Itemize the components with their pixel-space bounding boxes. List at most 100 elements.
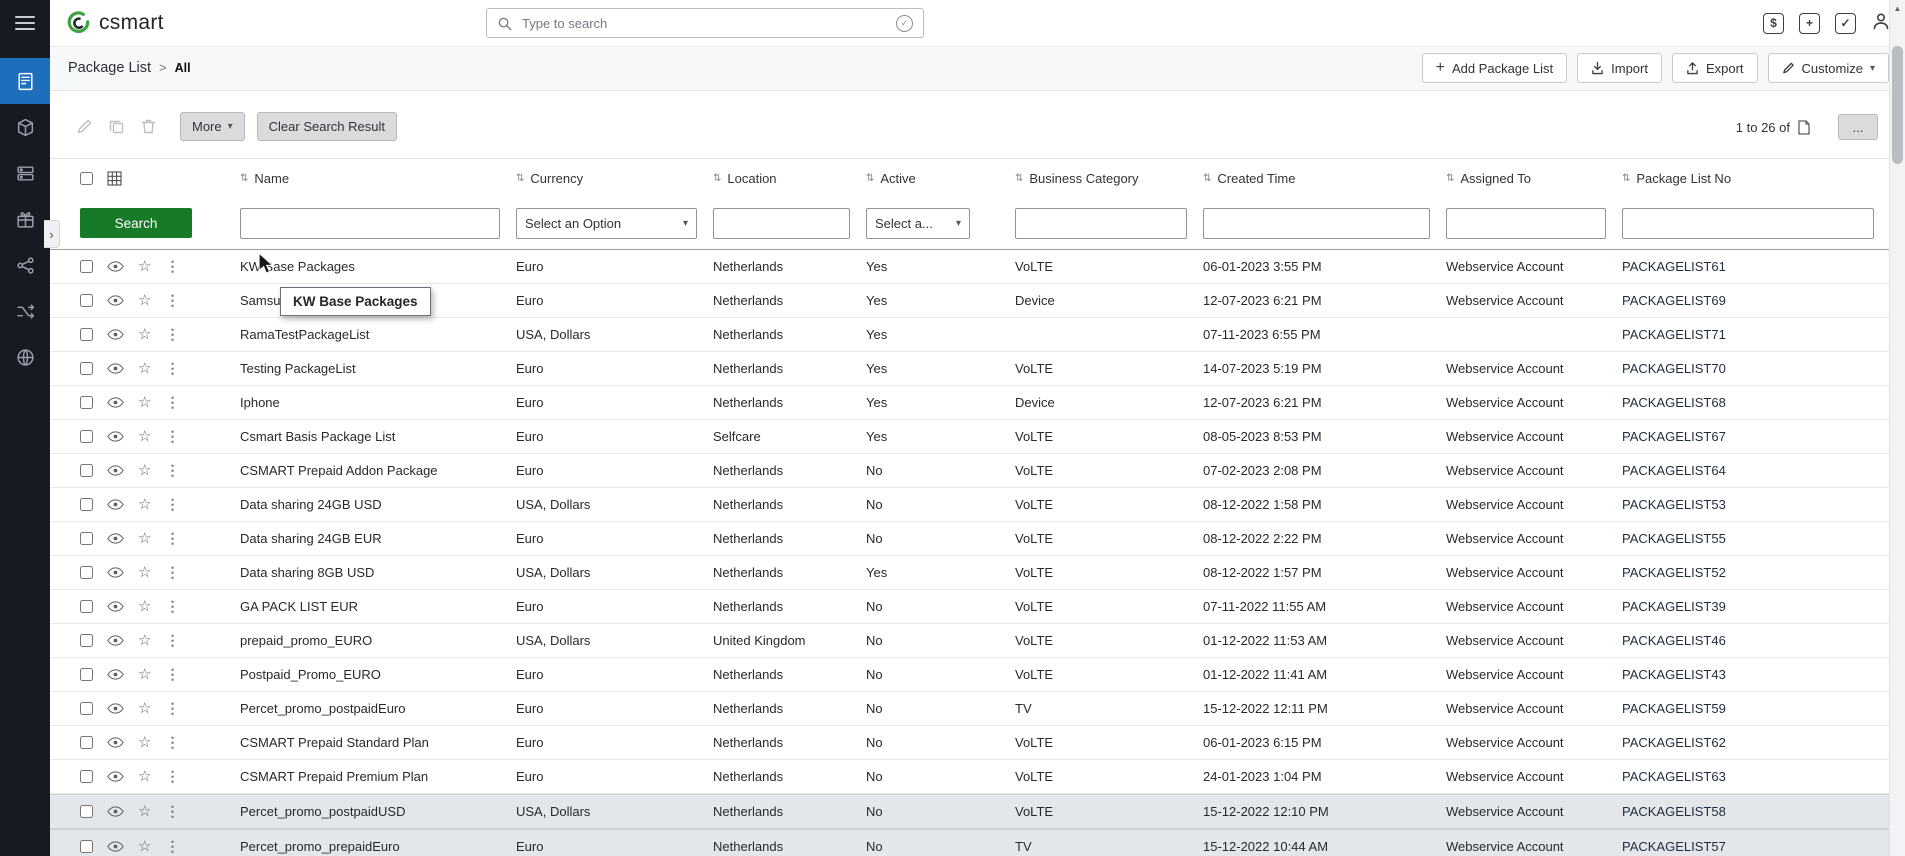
copy-icon[interactable] bbox=[106, 117, 126, 137]
row-menu-icon[interactable]: ⋮ bbox=[165, 768, 180, 785]
row-menu-icon[interactable]: ⋮ bbox=[165, 258, 180, 275]
sort-icon[interactable]: ⇅ bbox=[240, 173, 248, 184]
table-row[interactable]: ☆ ⋮ Iphone Euro Netherlands Yes Device 1… bbox=[50, 386, 1890, 420]
cell-name[interactable]: Iphone bbox=[240, 395, 516, 410]
sort-icon[interactable]: ⇅ bbox=[1203, 173, 1211, 184]
row-checkbox[interactable] bbox=[80, 634, 93, 647]
filter-currency-select[interactable]: Select an Option ▾ bbox=[516, 208, 697, 239]
table-row[interactable]: ☆ ⋮ prepaid_promo_EURO USA, Dollars Unit… bbox=[50, 624, 1890, 658]
sidebar-item-products[interactable] bbox=[0, 104, 50, 150]
column-header-active[interactable]: ⇅Active bbox=[866, 171, 1015, 186]
row-checkbox[interactable] bbox=[80, 362, 93, 375]
table-row[interactable]: ☆ ⋮ Data sharing 8GB USD USA, Dollars Ne… bbox=[50, 556, 1890, 590]
row-checkbox[interactable] bbox=[80, 294, 93, 307]
import-button[interactable]: Import bbox=[1577, 53, 1662, 83]
cell-name[interactable]: Data sharing 24GB USD bbox=[240, 497, 516, 512]
table-row[interactable]: ☆ ⋮ GA PACK LIST EUR Euro Netherlands No… bbox=[50, 590, 1890, 624]
row-menu-icon[interactable]: ⋮ bbox=[165, 666, 180, 683]
column-header-location[interactable]: ⇅Location bbox=[713, 171, 866, 186]
cell-name[interactable]: Percet_promo_prepaidEuro bbox=[240, 839, 516, 854]
favorite-icon[interactable]: ☆ bbox=[138, 463, 151, 478]
row-checkbox[interactable] bbox=[80, 328, 93, 341]
favorite-icon[interactable]: ☆ bbox=[138, 361, 151, 376]
sidebar-item-offers[interactable] bbox=[0, 196, 50, 242]
view-icon[interactable] bbox=[107, 635, 124, 646]
filter-active-select[interactable]: Select a... ▾ bbox=[866, 208, 970, 239]
view-icon[interactable] bbox=[107, 737, 124, 748]
row-menu-icon[interactable]: ⋮ bbox=[165, 598, 180, 615]
favorite-icon[interactable]: ☆ bbox=[138, 293, 151, 308]
sort-icon[interactable]: ⇅ bbox=[866, 173, 874, 184]
table-row[interactable]: ☆ ⋮ Data sharing 24GB EUR Euro Netherlan… bbox=[50, 522, 1890, 556]
table-row[interactable]: ☆ ⋮ Percet_promo_postpaidUSD USA, Dollar… bbox=[50, 794, 1890, 829]
sidebar-item-package-list[interactable] bbox=[0, 58, 50, 104]
cell-name[interactable]: Postpaid_Promo_EURO bbox=[240, 667, 516, 682]
view-icon[interactable] bbox=[107, 397, 124, 408]
row-checkbox[interactable] bbox=[80, 668, 93, 681]
cell-name[interactable]: GA PACK LIST EUR bbox=[240, 599, 516, 614]
cell-name[interactable]: KW Base Packages bbox=[240, 259, 516, 274]
row-checkbox[interactable] bbox=[80, 498, 93, 511]
clear-search-button[interactable]: Clear Search Result bbox=[257, 112, 397, 141]
row-checkbox[interactable] bbox=[80, 566, 93, 579]
cell-name[interactable]: CSMART Prepaid Standard Plan bbox=[240, 735, 516, 750]
pagination-more-button[interactable]: ... bbox=[1838, 114, 1878, 140]
favorite-icon[interactable]: ☆ bbox=[138, 599, 151, 614]
filter-package-list-no-input[interactable] bbox=[1622, 208, 1874, 239]
favorite-icon[interactable]: ☆ bbox=[138, 633, 151, 648]
table-row[interactable]: ☆ ⋮ Testing PackageList Euro Netherlands… bbox=[50, 352, 1890, 386]
table-row[interactable]: ☆ ⋮ Percet_promo_postpaidEuro Euro Nethe… bbox=[50, 692, 1890, 726]
tasks-icon[interactable]: ✓ bbox=[1835, 13, 1856, 34]
column-header-business-category[interactable]: ⇅Business Category bbox=[1015, 171, 1203, 186]
favorite-icon[interactable]: ☆ bbox=[138, 565, 151, 580]
view-icon[interactable] bbox=[107, 771, 124, 782]
view-icon[interactable] bbox=[107, 806, 124, 817]
view-icon[interactable] bbox=[107, 431, 124, 442]
view-icon[interactable] bbox=[107, 499, 124, 510]
row-checkbox[interactable] bbox=[80, 600, 93, 613]
row-menu-icon[interactable]: ⋮ bbox=[165, 462, 180, 479]
cell-name[interactable]: Csmart Basis Package List bbox=[240, 429, 516, 444]
row-menu-icon[interactable]: ⋮ bbox=[165, 700, 180, 717]
view-icon[interactable] bbox=[107, 601, 124, 612]
customize-button[interactable]: Customize ▾ bbox=[1768, 53, 1889, 83]
favorite-icon[interactable]: ☆ bbox=[138, 327, 151, 342]
grid-columns-icon[interactable] bbox=[107, 171, 122, 186]
add-package-list-button[interactable]: + Add Package List bbox=[1422, 53, 1568, 83]
view-icon[interactable] bbox=[107, 295, 124, 306]
table-row[interactable]: ☆ ⋮ CSMART Prepaid Standard Plan Euro Ne… bbox=[50, 726, 1890, 760]
filter-business-category-input[interactable] bbox=[1015, 208, 1187, 239]
select-all-checkbox[interactable] bbox=[80, 172, 93, 185]
row-menu-icon[interactable]: ⋮ bbox=[165, 734, 180, 751]
view-icon[interactable] bbox=[107, 329, 124, 340]
sort-icon[interactable]: ⇅ bbox=[1446, 173, 1454, 184]
view-icon[interactable] bbox=[107, 261, 124, 272]
column-header-currency[interactable]: ⇅Currency bbox=[516, 171, 713, 186]
row-menu-icon[interactable]: ⋮ bbox=[165, 428, 180, 445]
view-icon[interactable] bbox=[107, 703, 124, 714]
row-checkbox[interactable] bbox=[80, 464, 93, 477]
favorite-icon[interactable]: ☆ bbox=[138, 531, 151, 546]
view-icon[interactable] bbox=[107, 465, 124, 476]
column-header-created-time[interactable]: ⇅Created Time bbox=[1203, 171, 1446, 186]
column-header-assigned-to[interactable]: ⇅Assigned To bbox=[1446, 171, 1622, 186]
table-row[interactable]: ☆ ⋮ Percet_promo_prepaidEuro Euro Nether… bbox=[50, 829, 1890, 856]
scrollbar-thumb[interactable] bbox=[1892, 46, 1903, 164]
app-logo[interactable]: csmart bbox=[66, 0, 164, 46]
cell-name[interactable]: Data sharing 24GB EUR bbox=[240, 531, 516, 546]
view-icon[interactable] bbox=[107, 363, 124, 374]
cell-name[interactable]: Data sharing 8GB USD bbox=[240, 565, 516, 580]
favorite-icon[interactable]: ☆ bbox=[138, 769, 151, 784]
cell-name[interactable]: RamaTestPackageList bbox=[240, 327, 516, 342]
cell-name[interactable]: Testing PackageList bbox=[240, 361, 516, 376]
more-button[interactable]: More ▾ bbox=[180, 112, 245, 141]
table-row[interactable]: ☆ ⋮ CSMART Prepaid Addon Package Euro Ne… bbox=[50, 454, 1890, 488]
row-menu-icon[interactable]: ⋮ bbox=[165, 496, 180, 513]
row-menu-icon[interactable]: ⋮ bbox=[165, 838, 180, 855]
column-header-name[interactable]: ⇅Name bbox=[240, 171, 516, 186]
export-button[interactable]: Export bbox=[1672, 53, 1758, 83]
row-checkbox[interactable] bbox=[80, 736, 93, 749]
row-menu-icon[interactable]: ⋮ bbox=[165, 564, 180, 581]
row-checkbox[interactable] bbox=[80, 532, 93, 545]
filter-location-input[interactable] bbox=[713, 208, 850, 239]
